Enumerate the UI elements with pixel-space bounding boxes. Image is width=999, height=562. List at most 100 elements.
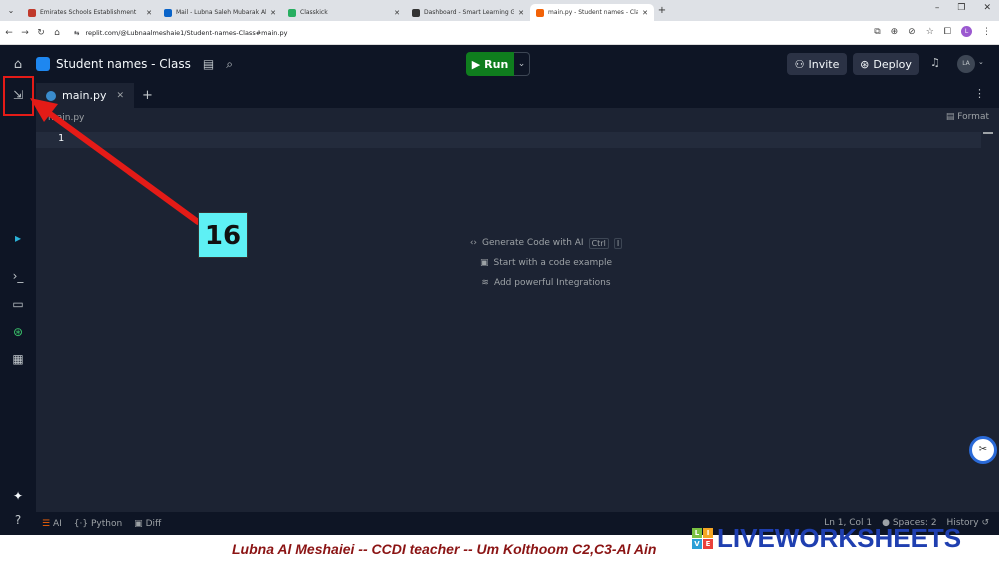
close-tab-icon[interactable]: ✕ bbox=[642, 9, 648, 17]
repl-info-icon[interactable]: ▤ bbox=[203, 57, 214, 71]
liveworksheets-logo-blocks: L I V E bbox=[692, 528, 713, 549]
browser-tab-title: Emirates Schools Establishment bbox=[40, 9, 137, 16]
code-editor[interactable]: 1 ‹› Generate Code with AI Ctrl I ▣ Star… bbox=[36, 128, 999, 512]
deploy-button[interactable]: ⊛ Deploy bbox=[853, 53, 919, 75]
browser-tab-title: main.py - Student names - Clas bbox=[548, 9, 639, 16]
ai-sparkle-icon[interactable]: ✦ bbox=[0, 489, 36, 503]
run-button[interactable]: ▶ Run bbox=[466, 52, 514, 76]
minimize-icon[interactable]: – bbox=[935, 3, 940, 13]
restore-icon[interactable]: ❐ bbox=[957, 3, 965, 13]
invite-button[interactable]: ⚇ Invite bbox=[787, 53, 847, 75]
bookmark-star-icon[interactable]: ☆ bbox=[926, 27, 934, 37]
zoom-icon[interactable]: ⊕ bbox=[891, 27, 899, 37]
close-tab-icon[interactable]: ✕ bbox=[518, 9, 524, 17]
close-tab-icon[interactable]: ✕ bbox=[394, 9, 400, 17]
deploy-label: Deploy bbox=[873, 57, 912, 71]
close-file-tab-icon[interactable]: ✕ bbox=[116, 91, 124, 101]
line-number: 1 bbox=[58, 133, 65, 144]
browser-tab-main-py[interactable]: main.py - Student names - Clas ✕ bbox=[530, 4, 654, 21]
outlook-favicon-icon bbox=[164, 8, 172, 17]
site-settings-icon[interactable]: ⇆ bbox=[74, 29, 79, 37]
browser-tab-strip: ⌄ Emirates Schools Establishment ✕ Mail … bbox=[0, 0, 999, 21]
breadcrumb-file[interactable]: main.py bbox=[48, 113, 84, 123]
diff-icon: ▣ bbox=[134, 518, 143, 529]
extensions-icon[interactable]: ⧠ bbox=[944, 27, 951, 37]
url-field[interactable]: ⇆ replit.com/@Lubnaalmeshaie1/Student-na… bbox=[74, 29, 287, 37]
account-chevron-down-icon[interactable]: ⌄ bbox=[978, 58, 984, 66]
replit-home-icon[interactable]: ⌂ bbox=[0, 57, 36, 72]
browser-tab-mail[interactable]: Mail - Lubna Saleh Mubarak Al ✕ bbox=[158, 4, 282, 21]
deployments-icon[interactable]: ⊛ bbox=[0, 325, 36, 339]
replit-workspace: ⌂ Student names - Class ▤ ⌕ ▶ Run ⌄ ⚇ In… bbox=[0, 45, 999, 535]
profile-avatar[interactable]: L bbox=[961, 26, 972, 37]
file-tab-main-py[interactable]: main.py ✕ bbox=[36, 83, 135, 108]
new-tab-plus-icon[interactable]: + bbox=[654, 5, 670, 16]
language-label: Python bbox=[90, 518, 123, 529]
home-icon[interactable]: ⌂ bbox=[50, 28, 64, 38]
window-controls: – ❐ ✕ bbox=[935, 3, 991, 13]
agent-icon[interactable]: ▸ bbox=[0, 231, 36, 245]
layers-icon: ≋ bbox=[481, 278, 489, 288]
more-options-icon[interactable]: ⋮ bbox=[974, 87, 985, 100]
liveworksheets-logo-text: LIVEWORKSHEETS bbox=[717, 523, 962, 553]
logo-block: I bbox=[703, 528, 713, 538]
file-tab-strip: main.py ✕ + ⋮ bbox=[36, 83, 999, 108]
shell-icon[interactable]: ›_ bbox=[0, 269, 36, 283]
generate-code-label: Generate Code with AI bbox=[482, 238, 584, 248]
breadcrumb: main.py ▤ Format bbox=[36, 108, 999, 128]
shortcut-i-key: I bbox=[613, 237, 623, 249]
install-app-icon[interactable]: ⧉ bbox=[874, 27, 880, 37]
classkick-favicon-icon bbox=[288, 8, 296, 17]
help-icon[interactable]: ? bbox=[0, 513, 36, 527]
back-arrow-icon[interactable]: ← bbox=[2, 28, 16, 38]
add-person-icon: ⚇ bbox=[794, 57, 805, 71]
run-options-chevron-icon[interactable]: ⌄ bbox=[514, 52, 530, 76]
dashboard-favicon-icon bbox=[412, 8, 420, 17]
emirates-favicon-icon bbox=[28, 8, 36, 17]
deploy-icon: ⊛ bbox=[860, 57, 870, 71]
reload-icon[interactable]: ↻ bbox=[34, 28, 48, 38]
browser-tab-dashboard[interactable]: Dashboard - Smart Learning Ga ✕ bbox=[406, 4, 530, 21]
diff-status[interactable]: ▣ Diff bbox=[134, 519, 161, 529]
integrations-hint[interactable]: ≋ Add powerful Integrations bbox=[436, 273, 656, 293]
format-button[interactable]: ▤ Format bbox=[946, 112, 989, 122]
code-example-hint[interactable]: ▣ Start with a code example bbox=[436, 253, 656, 273]
browser-tab-title: Classkick bbox=[300, 9, 328, 16]
browser-menu-icon[interactable]: ⋮ bbox=[982, 27, 991, 37]
user-avatar[interactable]: LA bbox=[957, 55, 975, 73]
worksheet-footer: Lubna Al Meshaiei -- CCDI teacher -- Um … bbox=[0, 523, 999, 562]
tab-search-chevron-icon[interactable]: ⌄ bbox=[0, 6, 22, 15]
template-icon: ▣ bbox=[480, 258, 489, 268]
webview-monitor-icon[interactable]: ▭ bbox=[0, 297, 36, 311]
forward-arrow-icon[interactable]: → bbox=[18, 28, 32, 38]
close-tab-icon[interactable]: ✕ bbox=[270, 9, 276, 17]
files-icon-highlight-box bbox=[3, 76, 34, 116]
browser-tab-title: Mail - Lubna Saleh Mubarak Al bbox=[176, 9, 267, 16]
all-tools-grid-icon[interactable]: ▦ bbox=[0, 352, 36, 366]
browser-tab-title: Dashboard - Smart Learning Ga bbox=[424, 9, 515, 16]
editor-scrollbar[interactable] bbox=[983, 132, 993, 134]
ai-status-icon: ☰ bbox=[42, 518, 51, 529]
generate-code-hint[interactable]: ‹› Generate Code with AI Ctrl I bbox=[436, 233, 656, 253]
ai-status[interactable]: ☰ AI bbox=[42, 519, 62, 529]
language-status[interactable]: {·} Python bbox=[74, 519, 122, 529]
browser-tab-classkick[interactable]: Classkick ✕ bbox=[282, 4, 406, 21]
floating-scissors-icon[interactable]: ✂ bbox=[969, 436, 997, 464]
add-tab-plus-icon[interactable]: + bbox=[142, 88, 153, 103]
logo-block: L bbox=[692, 528, 702, 538]
ai-status-label: AI bbox=[52, 518, 62, 529]
close-tab-icon[interactable]: ✕ bbox=[146, 9, 152, 17]
hide-eye-icon[interactable]: ⊘ bbox=[908, 27, 916, 37]
address-bar: ← → ↻ ⌂ ⇆ replit.com/@Lubnaalmeshaie1/St… bbox=[0, 21, 999, 45]
logo-block: E bbox=[703, 539, 713, 549]
step-number-badge: 16 bbox=[198, 212, 248, 258]
repl-title[interactable]: Student names - Class bbox=[56, 57, 191, 71]
close-window-icon[interactable]: ✕ bbox=[983, 3, 991, 13]
shortcut-ctrl-key: Ctrl bbox=[588, 237, 609, 249]
browser-tab-emirates-schools[interactable]: Emirates Schools Establishment ✕ bbox=[22, 4, 158, 21]
replit-favicon-icon bbox=[536, 8, 544, 17]
notifications-bell-icon[interactable]: ♫ bbox=[930, 56, 940, 69]
code-example-label: Start with a code example bbox=[493, 258, 612, 268]
play-icon: ▶ bbox=[471, 57, 481, 71]
search-icon[interactable]: ⌕ bbox=[226, 57, 233, 72]
